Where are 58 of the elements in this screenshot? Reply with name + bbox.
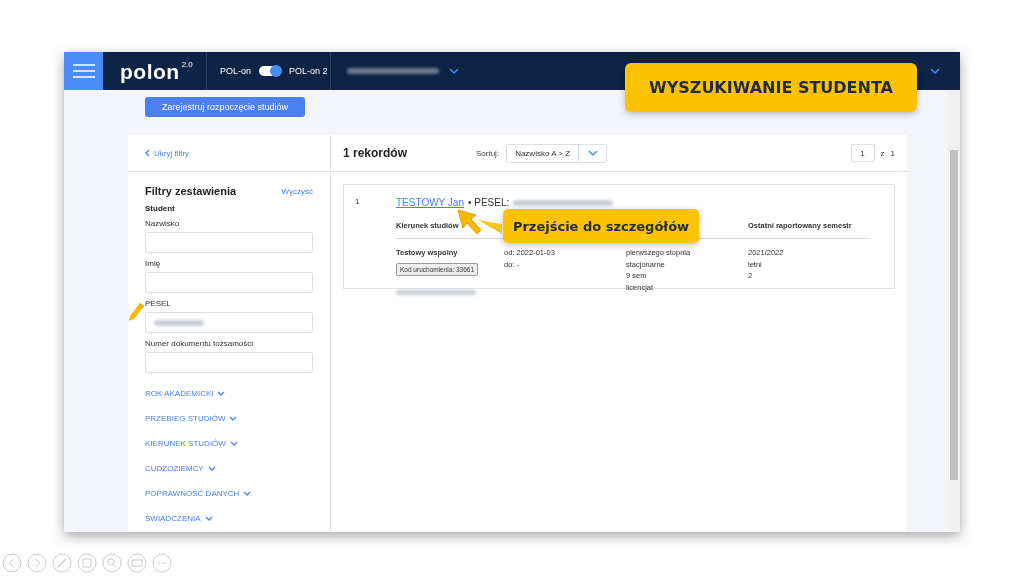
page-total: 1 bbox=[890, 148, 895, 158]
chevron-down-icon bbox=[243, 490, 252, 497]
pencil-icon bbox=[127, 301, 145, 323]
chevron-down-icon bbox=[229, 415, 238, 422]
input-field[interactable] bbox=[145, 232, 313, 253]
chevron-down-icon bbox=[207, 465, 216, 472]
logo: polon bbox=[120, 60, 180, 84]
redacted-text bbox=[154, 319, 204, 326]
id-label: • PESEL: bbox=[468, 197, 510, 208]
field-label: Nazwisko bbox=[145, 219, 181, 228]
chevron-down-icon bbox=[204, 515, 213, 522]
scrollbar[interactable] bbox=[948, 90, 960, 532]
chevron-down-icon bbox=[217, 390, 226, 397]
chevron-down-icon bbox=[930, 67, 940, 75]
screen-icon bbox=[127, 553, 147, 573]
chevron-down-icon bbox=[587, 149, 598, 157]
filter-title: Filtry zestawienia bbox=[145, 185, 237, 197]
more-icon bbox=[152, 553, 172, 573]
toggle-label: POL-on bbox=[220, 66, 252, 76]
record-count: 1 rekordów bbox=[343, 146, 409, 160]
input-field[interactable] bbox=[145, 312, 313, 333]
filter-group-toggle[interactable]: CUDZOZIEMCY bbox=[145, 456, 313, 481]
page-field[interactable]: 1 bbox=[850, 144, 875, 162]
callout-label: Przejście do szczegółów bbox=[503, 209, 699, 243]
toggle-switch[interactable] bbox=[259, 66, 282, 76]
section-label: Student bbox=[145, 204, 176, 213]
chevron-down-icon bbox=[449, 67, 459, 75]
field-label: Numer dokumentu tożsamości bbox=[145, 339, 255, 348]
slides-icon bbox=[77, 553, 97, 573]
hide-filters-link[interactable]: Ukryj filtry bbox=[145, 148, 190, 158]
filter-group-toggle[interactable]: POPRAWNOŚĆ DANYCH bbox=[145, 481, 313, 506]
filter-group-toggle[interactable]: ROK AKADEMICKI bbox=[145, 381, 313, 406]
record-number: 1 bbox=[355, 197, 361, 208]
field-label: PESEL bbox=[145, 299, 172, 308]
student-name-link[interactable]: TESTOWY Jan bbox=[396, 197, 464, 208]
pen-icon bbox=[52, 553, 72, 573]
scrollbar-thumb[interactable] bbox=[950, 150, 958, 480]
slide-title: WYSZUKIWANIE STUDENTA bbox=[625, 63, 917, 112]
menu-button[interactable] bbox=[64, 52, 103, 90]
zoom-icon bbox=[102, 553, 122, 573]
chevron-down-icon bbox=[229, 440, 238, 447]
clear-link[interactable]: Wyczyść bbox=[281, 186, 313, 196]
filter-group-toggle[interactable]: KIERUNEK STUDIÓW bbox=[145, 431, 313, 456]
input-field[interactable] bbox=[145, 352, 313, 373]
previous-icon bbox=[2, 553, 22, 573]
toggle-label: POL-on 2 bbox=[289, 66, 328, 76]
filter-group-toggle[interactable]: PRZEBIEG STUDIÓW bbox=[145, 406, 313, 431]
next-icon bbox=[27, 553, 47, 573]
sort-select[interactable]: Nazwisko A > Z bbox=[506, 143, 608, 163]
menu-icon bbox=[72, 64, 95, 78]
register-button[interactable]: Zarejestruj rozpoczęcie studiów bbox=[145, 97, 306, 117]
filter-group-toggle[interactable]: ŚWIADCZENIA bbox=[145, 506, 313, 531]
input-field[interactable] bbox=[145, 272, 313, 293]
logo-version: 2.0 bbox=[181, 60, 193, 69]
sort-label: Sortuj: bbox=[476, 148, 500, 158]
chevron-left-icon bbox=[145, 149, 150, 157]
page-label: z bbox=[880, 148, 885, 158]
field-label: Imię bbox=[145, 259, 162, 268]
